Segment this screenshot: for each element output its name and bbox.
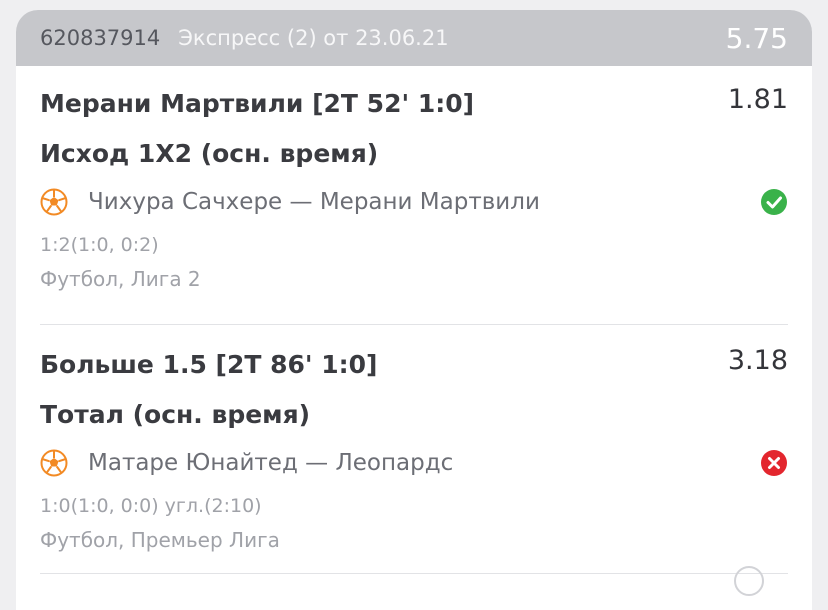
bet-card[interactable]: 620837914 Экспресс (2) от 23.06.21 5.75 … xyxy=(16,10,812,610)
bet-item: 1.81 Мерани Мартвили [2Т 52' 1:0] Исход … xyxy=(16,66,812,324)
bet-market: Тотал (осн. время) xyxy=(40,400,311,429)
divider xyxy=(40,566,788,596)
event-league: Футбол, Премьер Лига xyxy=(40,528,280,552)
bet-odds: 3.18 xyxy=(727,345,788,376)
event-score: 1:2(1:0, 0:2) xyxy=(40,234,159,256)
event-name: Чихура Сачхере — Мерани Мартвили xyxy=(88,189,540,215)
bet-odds: 1.81 xyxy=(727,84,788,115)
event-row: Чихура Сачхере — Мерани Мартвили xyxy=(40,182,788,222)
bet-selection: Мерани Мартвили [2Т 52' 1:0] xyxy=(40,89,475,118)
check-circle-icon xyxy=(761,189,787,215)
event-name: Матаре Юнайтед — Леопардс xyxy=(88,450,454,476)
bet-header: 620837914 Экспресс (2) от 23.06.21 5.75 xyxy=(16,10,812,66)
cross-circle-icon xyxy=(761,450,787,476)
bet-title: Экспресс (2) от 23.06.21 xyxy=(178,26,449,50)
status-icon xyxy=(734,566,764,596)
bet-item: 3.18 Больше 1.5 [2Т 86' 1:0] Тотал (осн.… xyxy=(16,325,812,573)
total-odds: 5.75 xyxy=(725,21,788,55)
soccer-ball-icon xyxy=(40,188,68,216)
bet-selection: Больше 1.5 [2Т 86' 1:0] xyxy=(40,350,378,379)
soccer-ball-icon xyxy=(40,449,68,477)
bet-id: 620837914 xyxy=(40,26,161,50)
event-row: Матаре Юнайтед — Леопардс xyxy=(40,443,788,483)
event-league: Футбол, Лига 2 xyxy=(40,267,201,291)
bet-market: Исход 1Х2 (осн. время) xyxy=(40,139,379,168)
event-score: 1:0(1:0, 0:0) угл.(2:10) xyxy=(40,495,262,517)
